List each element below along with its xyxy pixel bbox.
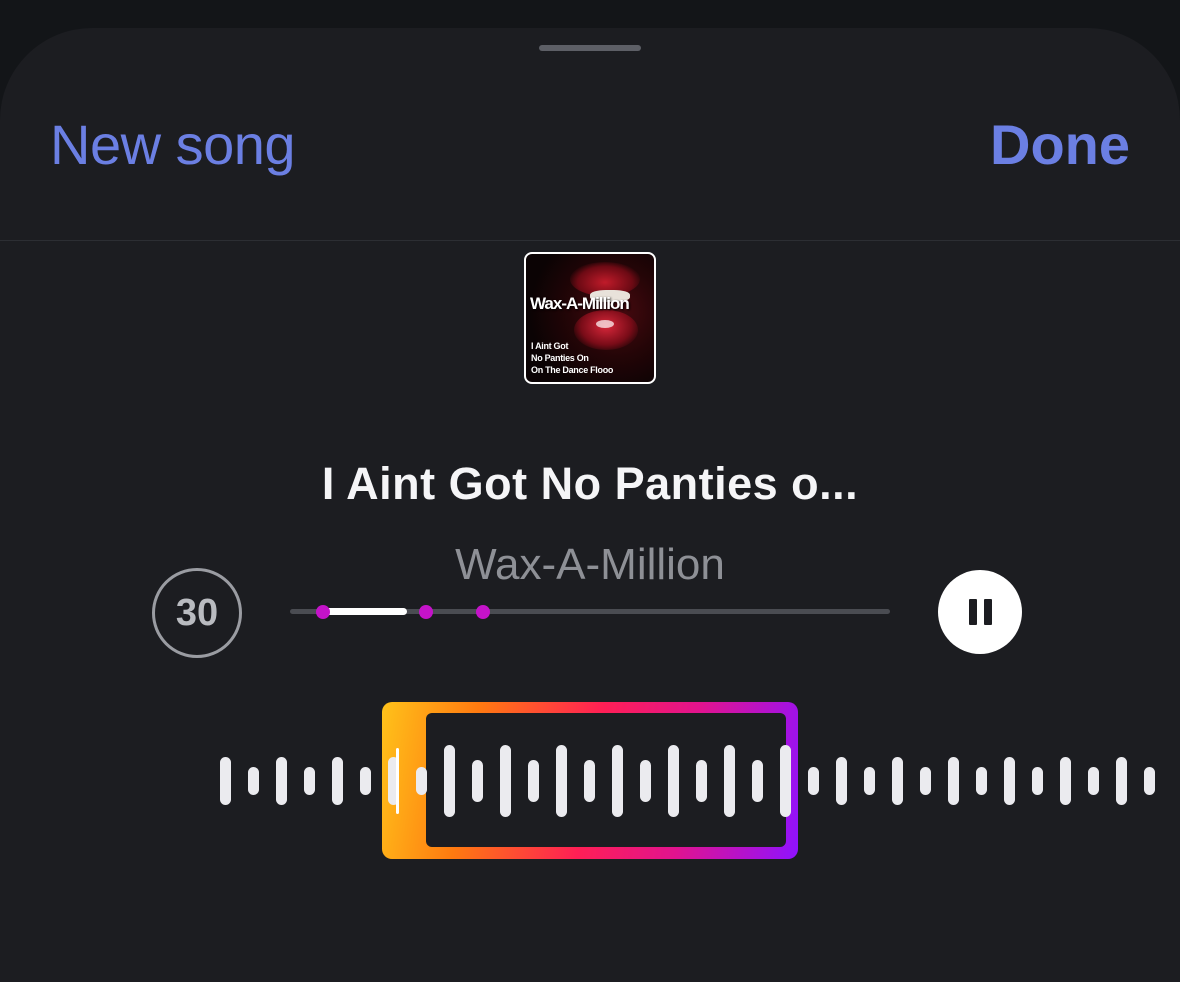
- cover-subtitle: I Aint Got No Panties On On The Dance Fl…: [531, 341, 614, 375]
- waveform-bar: [472, 760, 483, 802]
- skip-30-icon[interactable]: 30: [152, 568, 242, 658]
- waveform-bar: [500, 745, 511, 817]
- done-button[interactable]: Done: [990, 112, 1130, 177]
- selection-handle[interactable]: [396, 748, 399, 814]
- cover-title: Wax-A-Million: [530, 294, 630, 313]
- waveform-bar: [752, 760, 763, 802]
- waveform-bar: [304, 767, 315, 795]
- waveform-bar: [360, 767, 371, 795]
- waveform-bar: [836, 757, 847, 805]
- header-divider: [0, 240, 1180, 241]
- new-song-button[interactable]: New song: [50, 112, 296, 177]
- pause-icon: [968, 599, 977, 625]
- waveform-bar: [920, 767, 931, 795]
- waveform-bar: [556, 745, 567, 817]
- waveform-bar: [444, 745, 455, 817]
- waveform-bar: [976, 767, 987, 795]
- waveform-bar: [1032, 767, 1043, 795]
- progress-marker[interactable]: [419, 605, 433, 619]
- waveform-bar: [808, 767, 819, 795]
- cover-art-shine: [596, 320, 614, 328]
- sheet-grabber[interactable]: [539, 45, 641, 51]
- album-cover: Wax-A-Million I Aint Got No Panties On O…: [524, 252, 656, 384]
- song-title: I Aint Got No Panties o...: [321, 458, 859, 509]
- waveform-bar: [696, 760, 707, 802]
- waveform-bar: [1004, 757, 1015, 805]
- waveform-bar: [864, 767, 875, 795]
- waveform-bar: [584, 760, 595, 802]
- waveform-bar: [948, 757, 959, 805]
- waveform-bar: [276, 757, 287, 805]
- waveform-bar: [248, 767, 259, 795]
- progress-marker[interactable]: [316, 605, 330, 619]
- waveform-bar: [1060, 757, 1071, 805]
- pause-button[interactable]: [938, 570, 1022, 654]
- waveform-bar: [668, 745, 679, 817]
- progress-fill: [323, 608, 407, 615]
- skip-seconds-label: 30: [175, 591, 219, 634]
- waveform-bar: [332, 757, 343, 805]
- waveform-bar: [220, 757, 231, 805]
- waveform-bar: [1144, 767, 1155, 795]
- waveform-bar: [416, 767, 427, 795]
- waveform-bar: [640, 760, 651, 802]
- waveform-bar: [528, 760, 539, 802]
- waveform-bar: [1088, 767, 1099, 795]
- waveform-bar: [1116, 757, 1127, 805]
- waveform-bar: [724, 745, 735, 817]
- progress-marker[interactable]: [476, 605, 490, 619]
- pause-icon: [983, 599, 992, 625]
- waveform-bar: [612, 745, 623, 817]
- waveform-bar: [780, 745, 791, 817]
- waveform-bar: [892, 757, 903, 805]
